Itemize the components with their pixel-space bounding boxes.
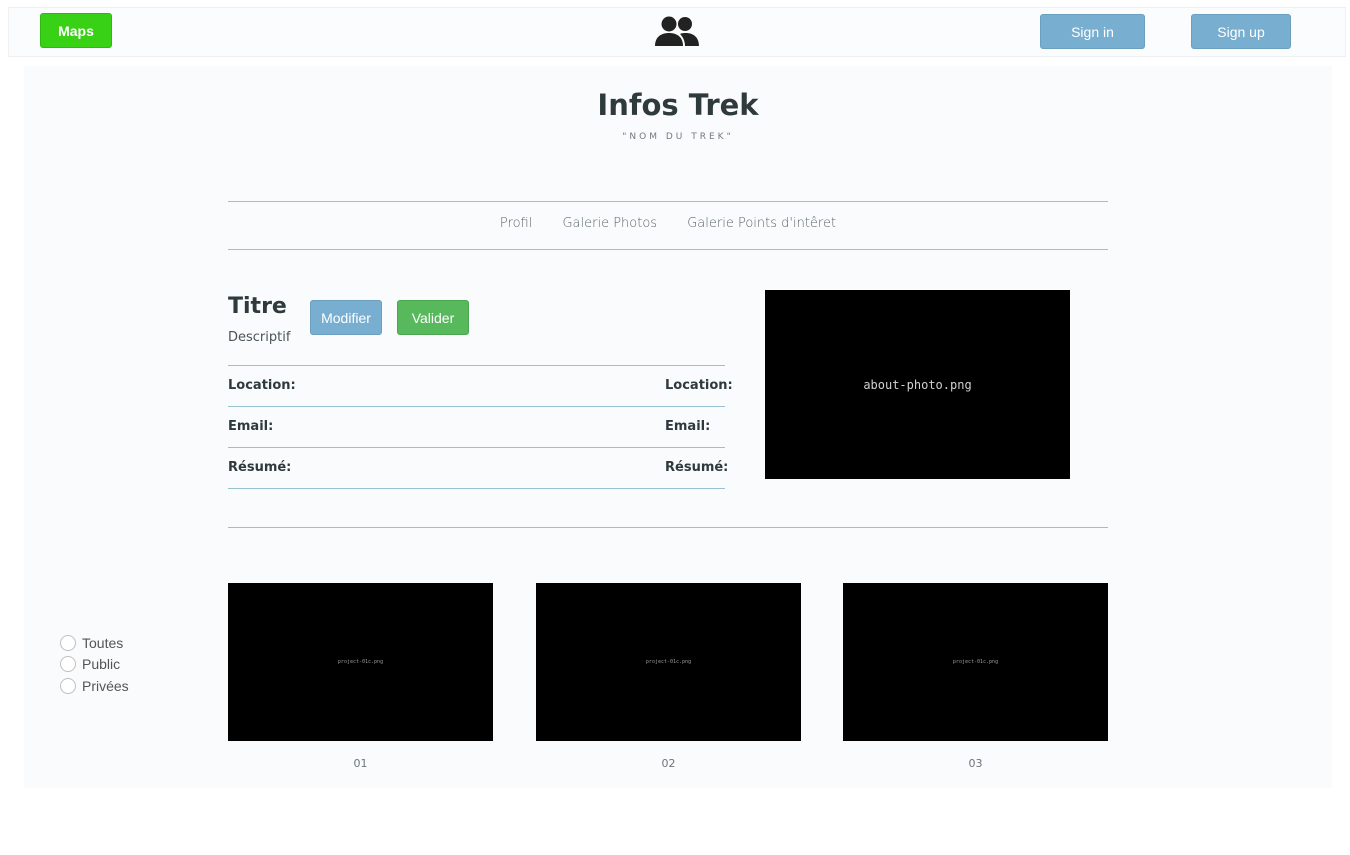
project-number: 02 (661, 757, 676, 770)
resume-label: Résumé: (228, 460, 292, 475)
page-subtitle: "NOM DU TREK" (622, 132, 734, 142)
project-number: 03 (968, 757, 983, 770)
maps-button[interactable]: Maps (40, 13, 112, 48)
resume-label-right: Résumé: (665, 460, 729, 475)
project-thumbnail[interactable]: project-01c.png (843, 583, 1108, 741)
divider (228, 201, 1108, 202)
filter-privees[interactable]: Privées (60, 675, 129, 697)
profile-title: Titre (228, 294, 287, 319)
section-nav: Profil Galerie Photos Galerie Points d'i… (228, 216, 1108, 231)
divider (228, 249, 1108, 250)
divider (228, 365, 725, 366)
divider (228, 406, 725, 407)
radio-button[interactable] (60, 656, 76, 673)
filter-toutes[interactable]: Toutes (60, 632, 129, 654)
project-thumbnail[interactable]: project-01c.png (536, 583, 801, 741)
divider (228, 447, 725, 448)
filter-label: Toutes (82, 634, 124, 651)
tab-profil[interactable]: Profil (500, 216, 532, 231)
location-label-right: Location: (665, 378, 733, 393)
profile-description: Descriptif (228, 330, 291, 345)
radio-button[interactable] (60, 677, 76, 694)
sign-up-button[interactable]: Sign up (1191, 14, 1291, 49)
top-navbar: Maps Sign in Sign up (8, 7, 1346, 57)
about-photo: about-photo.png (765, 290, 1070, 479)
valider-button[interactable]: Valider (397, 300, 469, 335)
email-label-right: Email: (665, 419, 711, 434)
sign-in-button[interactable]: Sign in (1040, 14, 1145, 49)
email-label: Email: (228, 419, 274, 434)
filter-label: Privées (82, 677, 129, 694)
radio-button[interactable] (60, 634, 76, 651)
location-label: Location: (228, 378, 296, 393)
visibility-filter: Toutes Public Privées (60, 632, 129, 697)
tab-galerie-photos[interactable]: Galerie Photos (562, 216, 657, 231)
divider (228, 488, 725, 489)
users-icon (655, 16, 699, 46)
project-number: 01 (353, 757, 368, 770)
project-thumbnail[interactable]: project-01c.png (228, 583, 493, 741)
modifier-button[interactable]: Modifier (310, 300, 382, 335)
main-content: Infos Trek "NOM DU TREK" Profil Galerie … (24, 66, 1332, 788)
filter-label: Public (82, 656, 121, 673)
filter-public[interactable]: Public (60, 654, 129, 676)
divider (228, 527, 1108, 528)
page-title: Infos Trek (597, 88, 759, 122)
tab-galerie-points-interet[interactable]: Galerie Points d'intêret (687, 216, 836, 231)
